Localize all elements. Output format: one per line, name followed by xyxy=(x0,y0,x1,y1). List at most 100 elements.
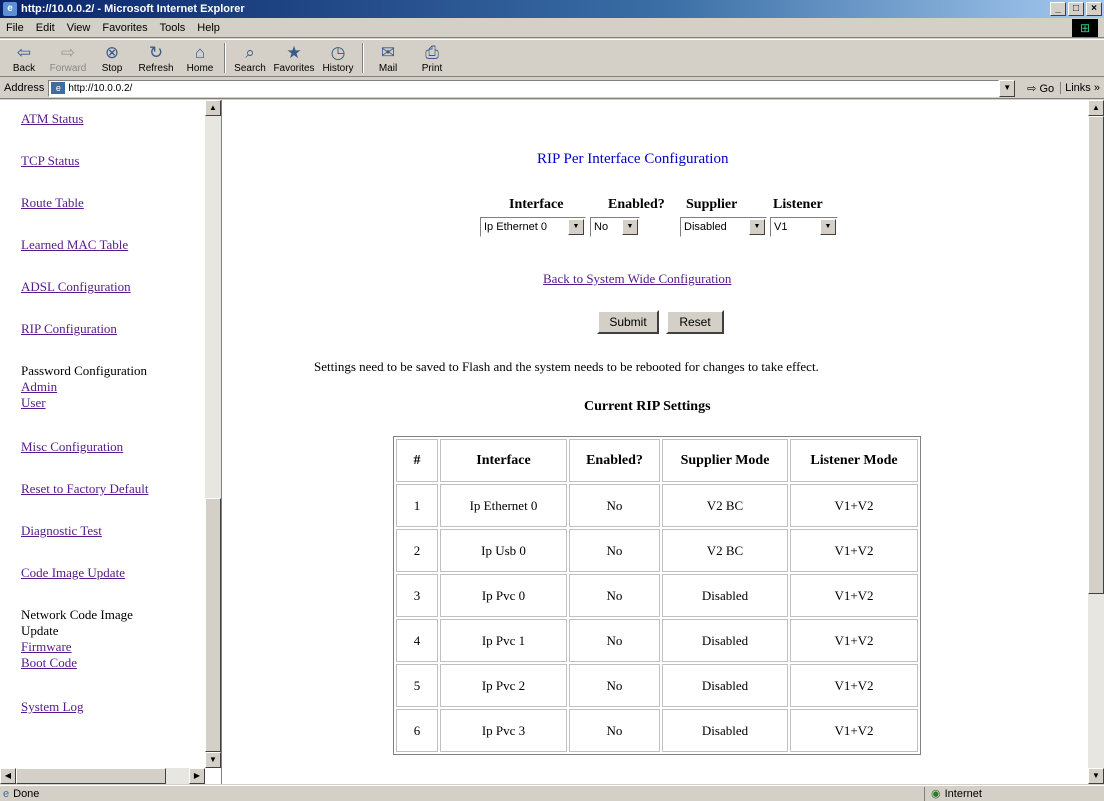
table-cell: V1+V2 xyxy=(790,619,918,662)
page-title: RIP Per Interface Configuration xyxy=(537,151,729,167)
table-row: 1 Ip Ethernet 0 No V2 BC V1+V2 xyxy=(396,484,918,527)
stop-label: Stop xyxy=(101,63,123,74)
scroll-down-icon[interactable]: ▼ xyxy=(1088,768,1104,784)
sidebar-label-network-code-image: Network Code Image xyxy=(21,607,133,622)
home-button[interactable]: ⌂ Home xyxy=(180,43,220,76)
maximize-button[interactable]: □ xyxy=(1068,2,1084,16)
address-url: http://10.0.0.2/ xyxy=(68,82,133,94)
sidebar-item-system-log[interactable]: System Log xyxy=(21,699,83,714)
menu-favorites[interactable]: Favorites xyxy=(96,22,153,34)
search-button[interactable]: ⌕ Search xyxy=(230,43,270,76)
scroll-left-icon[interactable]: ◀ xyxy=(0,768,16,784)
mail-label: Mail xyxy=(378,63,398,74)
nav-vertical-scrollbar[interactable]: ▲ ▼ xyxy=(205,100,221,768)
sidebar-item-user[interactable]: User xyxy=(21,395,46,410)
favorites-button[interactable]: ★ Favorites xyxy=(273,43,314,76)
chevron-down-icon: ▼ xyxy=(749,219,765,235)
window-title: http://10.0.0.2/ - Microsoft Internet Ex… xyxy=(21,3,245,15)
refresh-label: Refresh xyxy=(138,63,174,74)
sidebar-item-tcp-status[interactable]: TCP Status xyxy=(21,153,79,168)
table-row: 3 Ip Pvc 0 No Disabled V1+V2 xyxy=(396,574,918,617)
menu-tools[interactable]: Tools xyxy=(154,22,192,34)
enabled-select[interactable]: No ▼ xyxy=(590,217,640,237)
address-dropdown-icon[interactable]: ▼ xyxy=(999,79,1016,97)
go-button[interactable]: ⇨ Go xyxy=(1021,82,1060,95)
table-row: 6 Ip Pvc 3 No Disabled V1+V2 xyxy=(396,709,918,752)
table-cell: Disabled xyxy=(662,664,788,707)
table-cell: Ip Pvc 0 xyxy=(440,574,567,617)
chevron-down-icon: ▼ xyxy=(820,219,836,235)
interface-select[interactable]: Ip Ethernet 0 ▼ xyxy=(480,217,586,237)
submit-button[interactable]: Submit xyxy=(597,310,659,334)
column-header: Enabled? xyxy=(569,439,660,482)
nav-horizontal-scrollbar[interactable]: ◀ ▶ xyxy=(0,768,205,784)
table-row: 2 Ip Usb 0 No V2 BC V1+V2 xyxy=(396,529,918,572)
table-cell: Disabled xyxy=(662,574,788,617)
mail-button[interactable]: ✉ Mail xyxy=(368,43,408,76)
table-cell: V1+V2 xyxy=(790,664,918,707)
forward-button[interactable]: ⇨ Forward xyxy=(48,43,88,76)
toolbar-separator xyxy=(224,43,226,73)
sidebar-item-reset-factory-default[interactable]: Reset to Factory Default xyxy=(21,481,148,496)
sidebar-item-rip-configuration[interactable]: RIP Configuration xyxy=(21,321,117,336)
toolbar-separator xyxy=(362,43,364,73)
sidebar-item-code-image-update[interactable]: Code Image Update xyxy=(21,565,125,580)
form-header-supplier: Supplier xyxy=(686,197,738,212)
table-cell: V1+V2 xyxy=(790,484,918,527)
chevron-down-icon: ▼ xyxy=(622,219,638,235)
sidebar-item-atm-status[interactable]: ATM Status xyxy=(21,111,83,126)
table-cell: Ip Pvc 3 xyxy=(440,709,567,752)
sidebar-item-learned-mac-table[interactable]: Learned MAC Table xyxy=(21,237,128,252)
scroll-right-icon[interactable]: ▶ xyxy=(189,768,205,784)
address-input[interactable]: e http://10.0.0.2/ xyxy=(48,79,1000,97)
sidebar-item-firmware[interactable]: Firmware xyxy=(21,639,72,654)
history-button[interactable]: ◷ History xyxy=(318,43,358,76)
stop-button[interactable]: ⊗ Stop xyxy=(92,43,132,76)
links-button[interactable]: Links » xyxy=(1060,82,1104,94)
sidebar-item-diagnostic-test[interactable]: Diagnostic Test xyxy=(21,523,102,538)
address-label: Address xyxy=(4,82,45,94)
sidebar-item-admin[interactable]: Admin xyxy=(21,379,57,394)
listener-select[interactable]: V1 ▼ xyxy=(770,217,838,237)
table-cell: Ip Pvc 2 xyxy=(440,664,567,707)
reboot-notice: Settings need to be saved to Flash and t… xyxy=(314,359,819,374)
enabled-select-value: No xyxy=(594,221,609,233)
main-vertical-scrollbar[interactable]: ▲ ▼ xyxy=(1088,100,1104,784)
supplier-select[interactable]: Disabled ▼ xyxy=(680,217,767,237)
scroll-thumb[interactable] xyxy=(205,498,221,752)
reset-button[interactable]: Reset xyxy=(666,310,724,334)
refresh-button[interactable]: ↻ Refresh xyxy=(136,43,176,76)
home-icon: ⌂ xyxy=(194,43,206,62)
back-to-system-wide-link[interactable]: Back to System Wide Configuration xyxy=(543,271,731,287)
scroll-thumb[interactable] xyxy=(1088,116,1104,594)
search-label: Search xyxy=(234,63,266,74)
scroll-up-icon[interactable]: ▲ xyxy=(205,100,221,116)
ie-logo-icon: e xyxy=(3,2,17,16)
table-cell: Disabled xyxy=(662,619,788,662)
sidebar-item-boot-code[interactable]: Boot Code xyxy=(21,655,77,670)
scroll-down-icon[interactable]: ▼ xyxy=(205,752,221,768)
menu-help[interactable]: Help xyxy=(191,22,226,34)
sidebar-item-adsl-configuration[interactable]: ADSL Configuration xyxy=(21,279,131,294)
toolbar: ⇦ Back ⇨ Forward ⊗ Stop ↻ Refresh ⌂ Home… xyxy=(0,39,1104,77)
scroll-up-icon[interactable]: ▲ xyxy=(1088,100,1104,116)
table-cell: 4 xyxy=(396,619,438,662)
sidebar-item-route-table[interactable]: Route Table xyxy=(21,195,84,210)
menu-file[interactable]: File xyxy=(0,22,30,34)
table-cell: Disabled xyxy=(662,709,788,752)
back-button[interactable]: ⇦ Back xyxy=(4,43,44,76)
column-header: # xyxy=(396,439,438,482)
table-cell: V1+V2 xyxy=(790,574,918,617)
favorites-icon: ★ xyxy=(286,43,302,62)
sidebar-label-update: Update xyxy=(21,623,59,638)
sidebar-item-misc-configuration[interactable]: Misc Configuration xyxy=(21,439,123,454)
print-button[interactable]: ⎙ Print xyxy=(412,43,452,76)
scroll-thumb[interactable] xyxy=(16,768,166,784)
menu-edit[interactable]: Edit xyxy=(30,22,61,34)
column-header: Interface xyxy=(440,439,567,482)
print-icon: ⎙ xyxy=(425,43,439,62)
close-button[interactable]: × xyxy=(1086,2,1102,16)
minimize-button[interactable]: _ xyxy=(1050,2,1066,16)
status-text: Done xyxy=(13,787,40,800)
menu-view[interactable]: View xyxy=(61,22,97,34)
